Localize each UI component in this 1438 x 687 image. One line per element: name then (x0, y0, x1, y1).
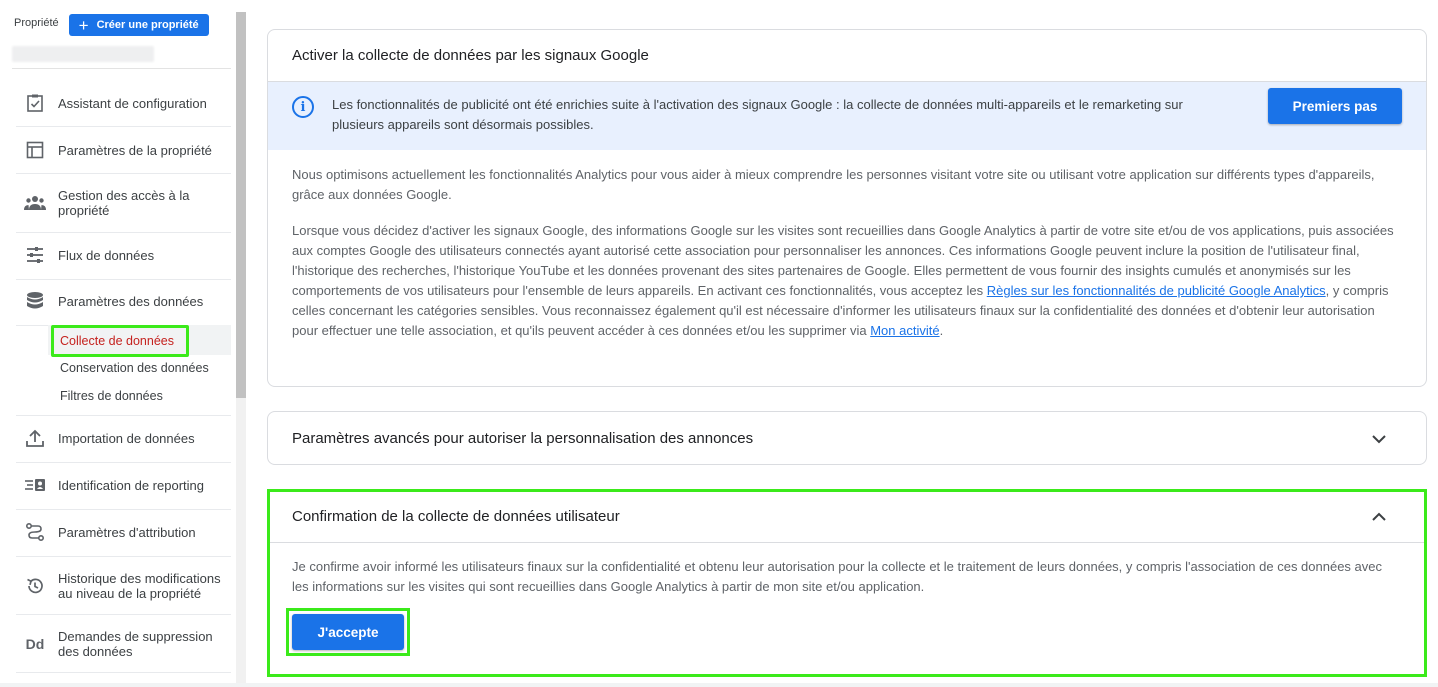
sidebar-item-label: Flux de données (58, 247, 155, 263)
property-header: Propriété + Créer une propriété (14, 14, 209, 36)
plus-icon: + (78, 15, 89, 35)
create-property-button[interactable]: + Créer une propriété (68, 14, 209, 36)
checklist-icon (24, 92, 46, 114)
terms-text: . (939, 323, 944, 338)
sidebar-item-property-settings[interactable]: Paramètres de la propriété (16, 139, 231, 161)
advanced-settings-card[interactable]: Paramètres avancés pour autoriser la per… (267, 411, 1427, 465)
card-title: Paramètres avancés pour autoriser la per… (292, 430, 754, 447)
sidebar-subitem-data-retention[interactable]: Conservation des données (60, 361, 209, 375)
google-signals-card: Activer la collecte de données par les s… (267, 29, 1427, 387)
info-icon: i (292, 96, 314, 118)
nav-divider (16, 462, 231, 463)
nav-divider (16, 232, 231, 233)
nav-divider (16, 672, 231, 673)
people-icon (24, 192, 46, 214)
layout-icon (24, 139, 46, 161)
my-activity-link[interactable]: Mon activité (870, 323, 939, 338)
sidebar-item-access-management[interactable]: Gestion des accès à la propriété (16, 188, 231, 218)
chevron-down-icon[interactable] (1370, 430, 1388, 448)
create-property-label: Créer une propriété (96, 19, 199, 31)
nav-divider (16, 509, 231, 510)
sidebar: Propriété + Créer une propriété Assistan… (0, 0, 246, 687)
sidebar-subitem-label: Collecte de données (60, 334, 174, 348)
info-banner: i Les fonctionnalités de publicité ont é… (268, 82, 1426, 150)
accept-button[interactable]: J'accepte (292, 614, 404, 650)
horizontal-scrollbar[interactable] (0, 683, 1438, 687)
sidebar-divider (12, 68, 231, 69)
sidebar-item-label: Historique des modifications au niveau d… (58, 571, 221, 601)
sidebar-item-label: Demandes de suppression des données (58, 629, 213, 659)
sidebar-subitem-label: Filtres de données (60, 389, 163, 403)
sidebar-item-data-deletion-requests[interactable]: Dd Demandes de suppression des données (16, 629, 231, 659)
card-title: Activer la collecte de données par les s… (292, 47, 649, 64)
sidebar-item-label: Paramètres d'attribution (58, 524, 196, 540)
sidebar-item-label: Identification de reporting (58, 477, 204, 493)
sidebar-subitem-data-collection[interactable]: Collecte de données (51, 325, 189, 357)
sidebar-item-attribution-settings[interactable]: Paramètres d'attribution (16, 521, 231, 543)
database-icon (24, 290, 46, 312)
sidebar-item-reporting-identity[interactable]: Identification de reporting (16, 474, 231, 496)
info-banner-text: Les fonctionnalités de publicité ont été… (332, 97, 1183, 132)
sidebar-item-label: Paramètres de la propriété (58, 142, 212, 158)
nav-divider (16, 173, 231, 174)
property-selector[interactable] (12, 46, 154, 62)
nav-divider (16, 556, 231, 557)
get-started-button[interactable]: Premiers pas (1268, 88, 1402, 124)
property-label: Propriété (14, 17, 59, 29)
sidebar-item-data-settings[interactable]: Paramètres des données (16, 290, 231, 312)
sidebar-item-data-import[interactable]: Importation de données (16, 427, 231, 449)
nav-divider (16, 279, 231, 280)
nav-divider (16, 126, 231, 127)
signals-terms-paragraph: Lorsque vous décidez d'activer les signa… (292, 221, 1402, 341)
highlight-box (267, 489, 1427, 677)
dd-icon: Dd (25, 636, 45, 652)
nav-divider (16, 415, 231, 416)
sidebar-scrollbar-track[interactable] (236, 398, 246, 687)
sidebar-item-label: Importation de données (58, 430, 195, 446)
upload-icon (24, 427, 46, 449)
attribution-icon (24, 521, 46, 543)
history-icon (24, 575, 46, 597)
nav-divider (16, 614, 231, 615)
sidebar-item-label: Assistant de configuration (58, 95, 207, 111)
sidebar-item-label: Gestion des accès à la propriété (58, 188, 190, 218)
sidebar-subitem-data-filters[interactable]: Filtres de données (60, 389, 163, 403)
advertising-features-policy-link[interactable]: Règles sur les fonctionnalités de public… (987, 283, 1326, 298)
sidebar-item-setup-assistant[interactable]: Assistant de configuration (16, 92, 231, 114)
sidebar-item-data-streams[interactable]: Flux de données (16, 244, 231, 266)
sidebar-scrollbar-thumb[interactable] (236, 12, 246, 398)
sidebar-item-change-history[interactable]: Historique des modifications au niveau d… (16, 571, 231, 601)
streams-icon (24, 244, 46, 266)
reporting-id-icon (24, 474, 46, 496)
sidebar-item-label: Paramètres des données (58, 293, 204, 309)
sidebar-subitem-label: Conservation des données (60, 361, 209, 375)
signals-description-paragraph: Nous optimisons actuellement les fonctio… (292, 167, 1375, 202)
